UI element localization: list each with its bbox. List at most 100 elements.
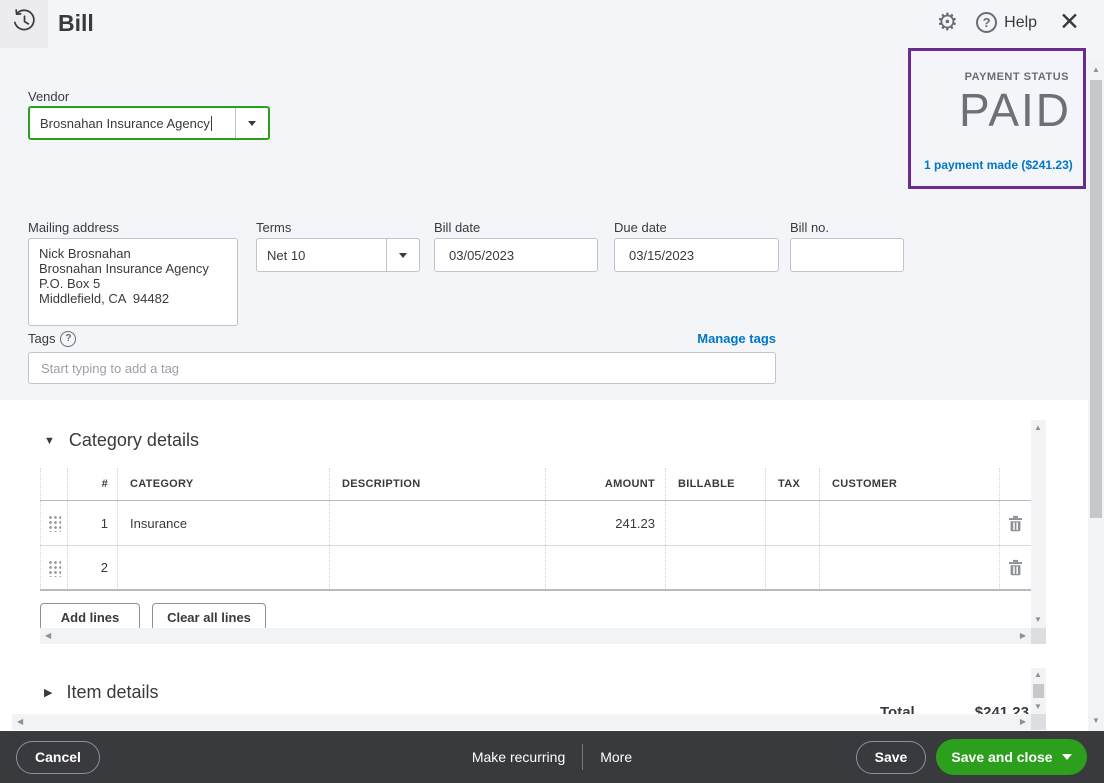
footer-bar: Cancel Make recurring More Save Save and… [0, 731, 1104, 783]
scroll-down-icon[interactable]: ▼ [1092, 717, 1100, 725]
chevron-down-icon [399, 253, 407, 258]
triangle-right-icon: ▶ [44, 686, 52, 699]
delete-row-button[interactable] [1000, 501, 1031, 545]
item-details-toggle[interactable]: ▶ Item details [44, 682, 159, 703]
clear-all-lines-button[interactable]: Clear all lines [152, 603, 266, 631]
col-header-tax: TAX [766, 468, 820, 500]
terms-label: Terms [256, 220, 291, 235]
vendor-select[interactable]: Brosnahan Insurance Agency [28, 106, 270, 140]
scroll-left-icon[interactable]: ◀ [17, 718, 23, 726]
help-question-icon: ? [976, 12, 997, 33]
category-details-title: Category details [69, 430, 199, 451]
drag-handle[interactable] [40, 546, 68, 589]
page-scrollbar[interactable]: ▲ ▼ [1088, 60, 1104, 731]
save-and-close-button[interactable]: Save and close [936, 739, 1087, 775]
bill-no-label: Bill no. [790, 220, 829, 235]
bill-date-input[interactable] [434, 238, 598, 272]
category-vertical-scrollbar[interactable]: ▲ ▼ [1031, 420, 1046, 628]
bill-date-label: Bill date [434, 220, 480, 235]
scrollbar-thumb[interactable] [1033, 684, 1044, 698]
tax-cell[interactable] [766, 501, 820, 545]
scrollbar-corner [1031, 628, 1046, 644]
amount-cell[interactable]: 241.23 [546, 501, 666, 545]
scroll-up-icon[interactable]: ▲ [1034, 424, 1042, 432]
payment-made-link[interactable]: 1 payment made ($241.23) [924, 158, 1073, 172]
amount-cell[interactable] [546, 546, 666, 589]
chevron-down-icon [248, 121, 256, 126]
history-clock-icon [11, 8, 38, 40]
scrollbar-thumb[interactable] [1090, 80, 1102, 518]
drag-dots-icon [47, 514, 61, 532]
description-cell[interactable] [330, 546, 546, 589]
row-number: 2 [68, 546, 118, 589]
scroll-up-icon[interactable]: ▲ [1034, 671, 1042, 679]
mailing-address-label: Mailing address [28, 220, 119, 235]
category-cell[interactable] [118, 546, 330, 589]
due-date-input[interactable] [614, 238, 779, 272]
bill-no-input[interactable] [790, 238, 904, 272]
text-caret [211, 116, 212, 131]
vendor-value: Brosnahan Insurance Agency [40, 116, 210, 131]
scroll-right-icon[interactable]: ▶ [1020, 718, 1026, 726]
footer-divider [582, 744, 583, 770]
triangle-down-icon: ▼ [44, 435, 55, 447]
trash-icon [1008, 559, 1023, 576]
help-button[interactable]: ? Help [976, 12, 1037, 33]
item-details-title: Item details [66, 682, 158, 703]
save-button[interactable]: Save [856, 741, 926, 774]
terms-value: Net 10 [257, 239, 386, 271]
table-row: 2 [40, 546, 1031, 591]
add-lines-button[interactable]: Add lines [40, 603, 140, 631]
category-details-toggle[interactable]: ▼ Category details [44, 430, 199, 451]
scrollbar-corner [1031, 714, 1046, 730]
col-header-description: DESCRIPTION [330, 468, 546, 500]
table-header-row: # CATEGORY DESCRIPTION AMOUNT BILLABLE T… [40, 468, 1031, 501]
billable-cell[interactable] [666, 501, 766, 545]
chevron-down-icon [1062, 754, 1072, 760]
customer-cell[interactable] [820, 501, 1000, 545]
gear-icon[interactable]: ⚙ [937, 11, 959, 35]
bill-form-page: Bill ⚙ ? Help ✕ PAYMENT STATUS PAID 1 pa… [0, 0, 1104, 783]
col-header-number: # [68, 468, 118, 500]
terms-dropdown-button[interactable] [386, 239, 419, 271]
close-icon[interactable]: ✕ [1059, 10, 1080, 35]
item-vertical-scrollbar[interactable]: ▲ ▼ [1031, 668, 1046, 714]
category-details-table: # CATEGORY DESCRIPTION AMOUNT BILLABLE T… [40, 468, 1031, 591]
col-header-customer: CUSTOMER [820, 468, 1000, 500]
tax-cell[interactable] [766, 546, 820, 589]
due-date-label: Due date [614, 220, 667, 235]
vendor-label: Vendor [28, 89, 69, 104]
drag-handle[interactable] [40, 501, 68, 545]
trash-icon [1008, 515, 1023, 532]
manage-tags-link[interactable]: Manage tags [697, 331, 776, 346]
table-row: 1 Insurance 241.23 [40, 501, 1031, 546]
category-horizontal-scrollbar[interactable]: ◀ ▶ [40, 628, 1031, 644]
row-number: 1 [68, 501, 118, 545]
scroll-right-icon[interactable]: ▶ [1020, 632, 1026, 640]
payment-status-value: PAID [959, 83, 1071, 137]
scroll-up-icon[interactable]: ▲ [1092, 66, 1100, 74]
recent-transactions-button[interactable] [0, 0, 48, 48]
make-recurring-button[interactable]: Make recurring [472, 749, 565, 765]
category-cell[interactable]: Insurance [118, 501, 330, 545]
scroll-down-icon[interactable]: ▼ [1034, 616, 1042, 624]
mailing-address-input[interactable]: Nick Brosnahan Brosnahan Insurance Agenc… [28, 238, 238, 326]
vendor-dropdown-button[interactable] [235, 108, 268, 138]
terms-select[interactable]: Net 10 [256, 238, 420, 272]
save-and-close-label: Save and close [936, 749, 1062, 765]
more-button[interactable]: More [600, 749, 632, 765]
scroll-down-icon[interactable]: ▼ [1034, 703, 1042, 711]
description-cell[interactable] [330, 501, 546, 545]
scroll-left-icon[interactable]: ◀ [45, 632, 51, 640]
billable-cell[interactable] [666, 546, 766, 589]
item-horizontal-scrollbar[interactable]: ◀ ▶ [12, 714, 1031, 730]
col-header-amount: AMOUNT [546, 468, 666, 500]
customer-cell[interactable] [820, 546, 1000, 589]
col-header-billable: BILLABLE [666, 468, 766, 500]
drag-dots-icon [47, 559, 61, 577]
col-header-category: CATEGORY [118, 468, 330, 500]
tags-help-icon[interactable]: ? [60, 331, 76, 347]
delete-row-button[interactable] [1000, 546, 1031, 589]
payment-status-label: PAYMENT STATUS [965, 71, 1069, 83]
tags-input[interactable] [28, 352, 776, 384]
